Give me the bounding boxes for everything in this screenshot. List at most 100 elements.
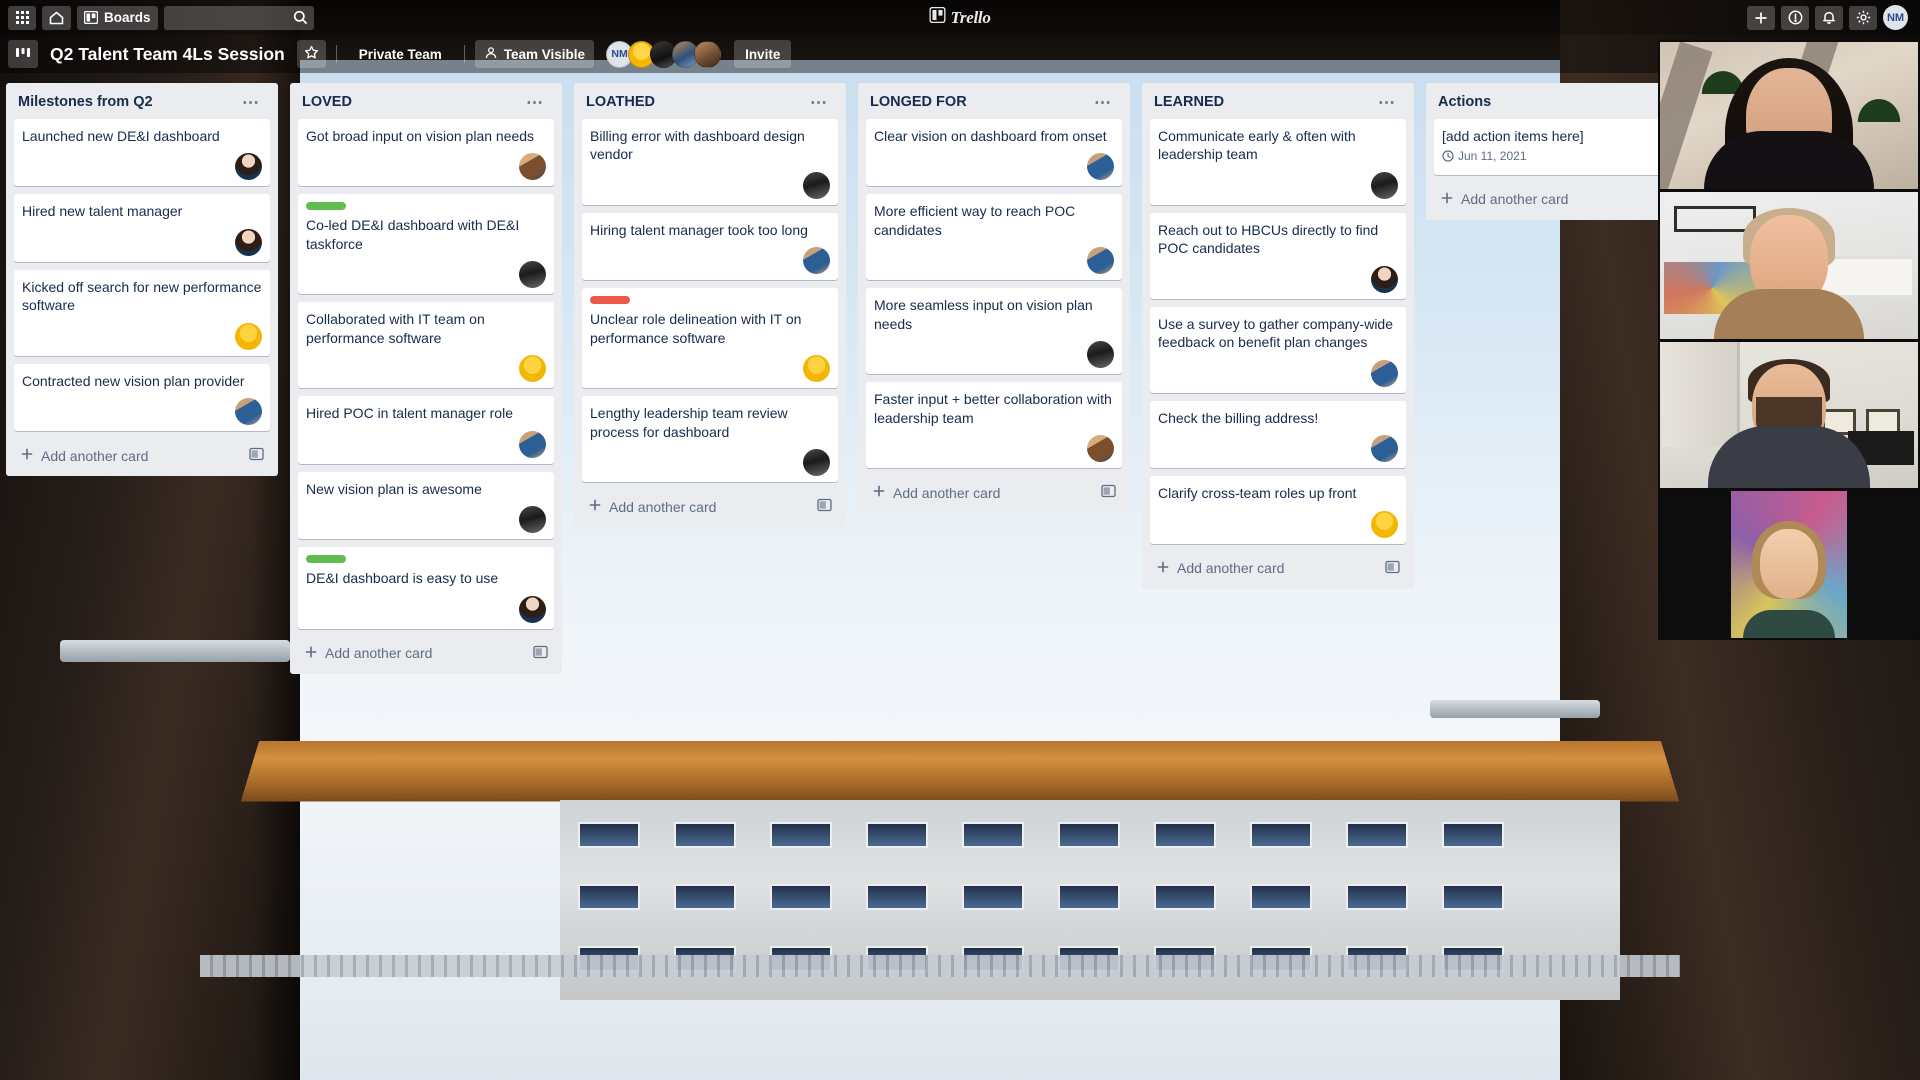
card[interactable]: Reach out to HBCUs directly to find POC … [1150,212,1406,299]
card-template-icon[interactable] [249,447,264,464]
card-member-avatar[interactable] [235,153,262,181]
member-avatar[interactable] [694,40,722,68]
list-column: LOATHED ⋯ Billing error with dashboard des… [574,83,846,528]
card[interactable]: Got broad input on vision plan needs [298,118,554,187]
card-member-avatar[interactable] [1087,341,1114,369]
ellipsis-icon[interactable]: ⋯ [1088,94,1118,111]
card-member-avatar[interactable] [235,398,262,426]
notifications-button[interactable] [1815,5,1843,30]
card-member-avatar[interactable] [519,355,546,383]
video-tile-participant-1[interactable] [1660,42,1918,189]
card[interactable]: Collaborated with IT team on performance… [298,302,554,389]
home-button[interactable] [42,5,71,30]
card-member-avatar[interactable] [803,247,830,275]
list-title[interactable]: LOATHED [586,94,655,111]
add-another-card-button[interactable]: Add another card [10,439,274,472]
card-template-icon[interactable] [817,498,832,515]
card[interactable]: Kicked off search for new performance so… [14,269,270,356]
card-member-avatar[interactable] [803,449,830,477]
card-member-avatar[interactable] [519,261,546,289]
card-member-avatar[interactable] [1371,265,1398,293]
card[interactable]: Hired new talent manager [14,194,270,262]
card-member-avatar[interactable] [1371,171,1398,199]
card-member-avatar[interactable] [519,506,546,534]
board-title[interactable]: Q2 Talent Team 4Ls Session [44,44,291,65]
list-title[interactable]: Milestones from Q2 [18,94,153,111]
card-member-avatar[interactable] [1087,435,1114,463]
search-box[interactable] [163,5,314,30]
card[interactable]: Billing error with dashboard design vend… [582,118,838,205]
boards-button[interactable]: Boards [77,5,158,30]
card[interactable]: DE&I dashboard is easy to use [298,547,554,629]
due-date-badge[interactable]: Jun 11, 2021 [1458,149,1527,163]
card-member-avatar[interactable] [803,171,830,199]
card-label-green[interactable] [306,555,346,564]
card[interactable]: Launched new DE&I dashboard [14,118,270,187]
card-member-avatar[interactable] [519,153,546,181]
card[interactable]: More seamless input on vision plan needs [866,288,1122,375]
card-member-avatar[interactable] [1371,510,1398,538]
card-member-avatar[interactable] [235,228,262,256]
list-title[interactable]: LOVED [302,94,352,111]
card[interactable]: [add action items here] Jun 11, 2021 [1434,118,1690,175]
card-member-avatar[interactable] [1371,359,1398,387]
card[interactable]: Contracted new vision plan provider [14,363,270,432]
invite-button[interactable]: Invite [734,40,792,68]
apps-grid-button[interactable] [8,5,36,30]
card-member-avatar[interactable] [1087,153,1114,181]
card-template-icon[interactable] [1101,484,1116,501]
card-label-red[interactable] [590,296,630,305]
card-member-avatar[interactable] [519,430,546,458]
settings-button[interactable] [1849,5,1877,30]
add-another-card-button[interactable]: Add another card [862,476,1126,509]
video-tile-participant-4[interactable] [1660,491,1918,638]
trello-logo[interactable]: Trello [929,6,991,28]
add-another-card-button[interactable]: Add another card [294,637,558,670]
card[interactable]: Check the billing address! [1150,400,1406,469]
card-member-avatar[interactable] [1087,247,1114,275]
ellipsis-icon[interactable]: ⋯ [520,94,550,111]
card-member-avatar[interactable] [235,322,262,350]
board-switcher-button[interactable] [8,40,38,68]
card[interactable]: Communicate early & often with leadershi… [1150,118,1406,205]
card[interactable]: Use a survey to gather company-wide feed… [1150,306,1406,393]
card[interactable]: Unclear role delineation with IT on perf… [582,288,838,389]
ellipsis-icon[interactable]: ⋯ [804,94,834,111]
add-another-card-button[interactable]: Add another card [578,490,842,523]
list-title[interactable]: LONGED FOR [870,94,967,111]
card[interactable]: Clarify cross-team roles up front [1150,476,1406,544]
team-name-label[interactable]: Private Team [347,47,454,62]
board-visibility-button[interactable]: Team Visible [474,40,595,68]
card-template-icon[interactable] [1385,560,1400,577]
video-tile-participant-2[interactable] [1660,191,1918,339]
card-member-avatar[interactable] [803,355,830,383]
list-title[interactable]: LEARNED [1154,94,1224,111]
card[interactable]: Hired POC in talent manager role [298,396,554,464]
add-another-card-button[interactable]: Add another card [1430,183,1694,216]
search-input[interactable] [163,5,314,30]
card[interactable]: Clear vision on dashboard from onset [866,118,1122,187]
card-template-icon[interactable] [533,645,548,662]
ellipsis-icon[interactable]: ⋯ [236,94,266,111]
video-tile-participant-3[interactable] [1660,341,1918,489]
list-header: LOATHED ⋯ [578,89,842,119]
information-button[interactable] [1781,5,1809,30]
card[interactable]: More efficient way to reach POC candidat… [866,194,1122,281]
ellipsis-icon[interactable]: ⋯ [1372,94,1402,111]
user-avatar[interactable]: NM [1883,5,1908,30]
card-title: Co-led DE&I dashboard with DE&I taskforc… [306,217,520,252]
card[interactable]: Hiring talent manager took too long [582,212,838,281]
add-card-label: Add another card [1461,191,1569,208]
card[interactable]: Faster input + better collaboration with… [866,382,1122,469]
card-title: Kicked off search for new performance so… [22,278,262,314]
card-label-green[interactable] [306,202,346,211]
card[interactable]: Lengthy leadership team review process f… [582,396,838,483]
card-member-avatar[interactable] [1371,435,1398,463]
star-board-button[interactable] [296,40,326,68]
add-button[interactable] [1747,5,1775,30]
card-member-avatar[interactable] [519,595,546,623]
list-title[interactable]: Actions [1438,94,1491,111]
add-another-card-button[interactable]: Add another card [1146,552,1410,585]
card[interactable]: New vision plan is awesome [298,471,554,540]
card[interactable]: Co-led DE&I dashboard with DE&I taskforc… [298,194,554,295]
